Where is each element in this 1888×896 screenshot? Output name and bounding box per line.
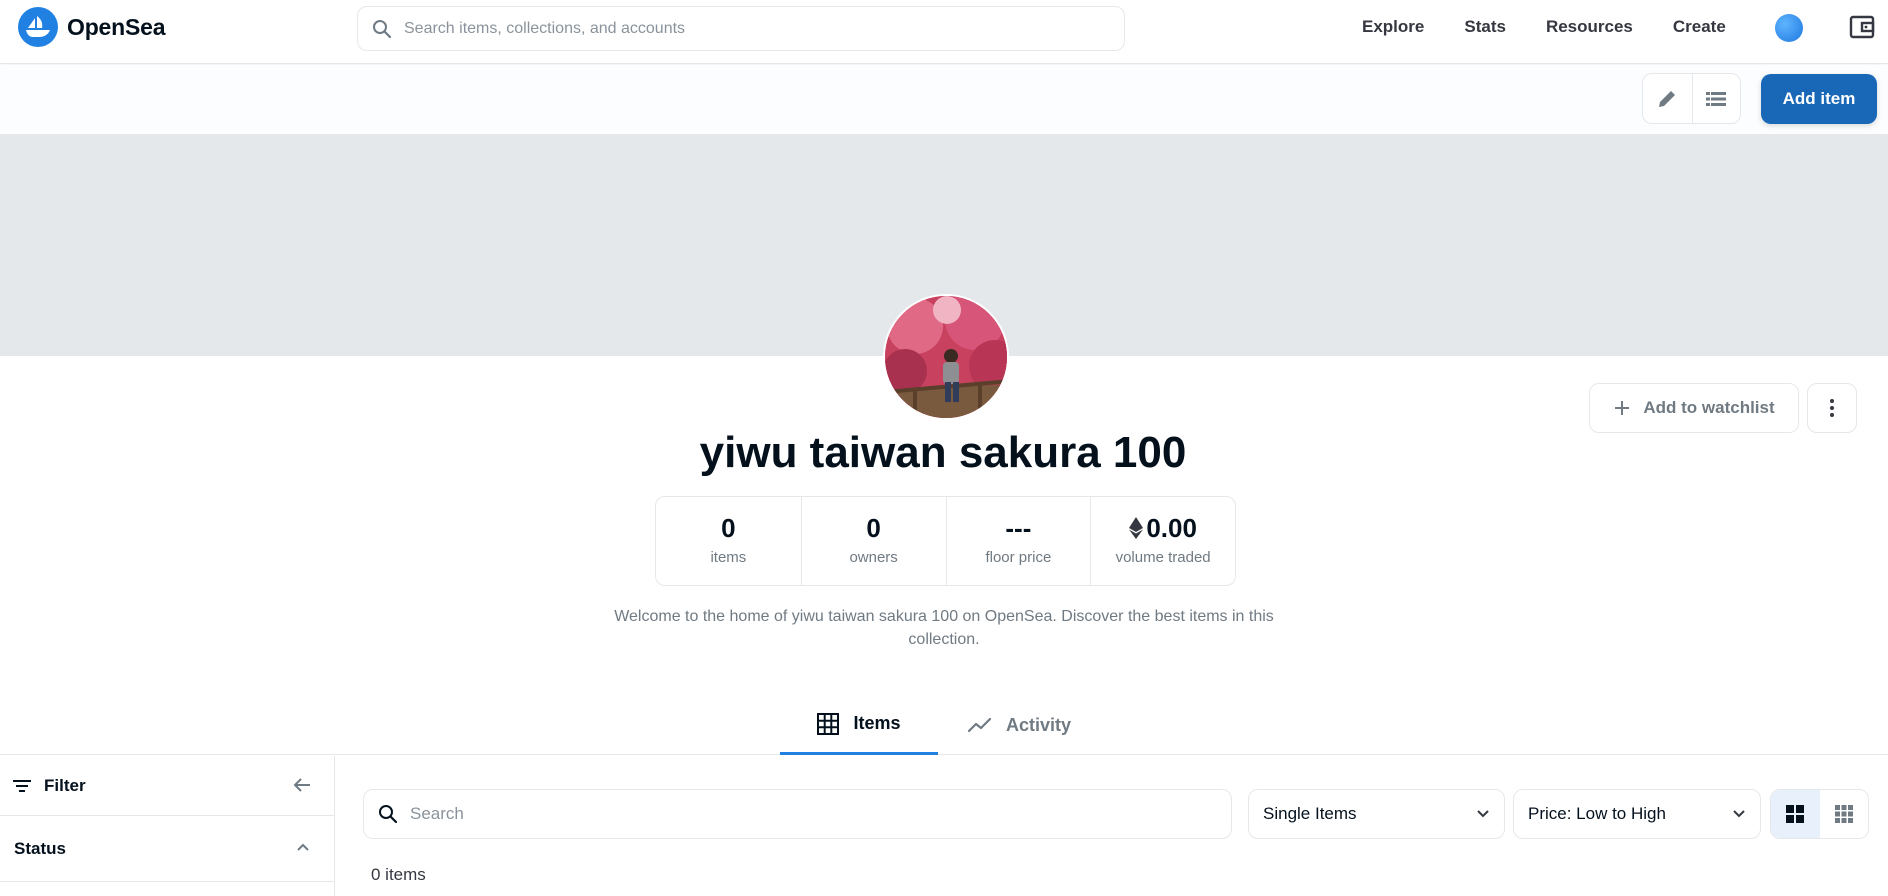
filter-label: Filter xyxy=(44,775,86,795)
opensea-logo[interactable]: OpenSea xyxy=(18,7,166,47)
stat-value: --- xyxy=(1005,512,1032,543)
stat-label: volume traded xyxy=(1115,549,1211,566)
more-vertical-icon xyxy=(1830,399,1834,417)
edit-collection-button[interactable] xyxy=(1643,74,1692,123)
ship-logo-icon xyxy=(18,7,58,47)
stat-value: 0 xyxy=(721,512,736,543)
list-icon xyxy=(1706,91,1727,106)
top-navbar: OpenSea Explore Stats Resources Create xyxy=(0,0,1888,64)
item-count: 0 items xyxy=(371,865,426,884)
global-search-bar[interactable] xyxy=(357,6,1125,51)
stat-value: 0.00 xyxy=(1129,513,1197,543)
collection-title: yiwu taiwan sakura 100 xyxy=(699,428,1187,477)
collection-tabs: Items Activity xyxy=(0,695,1888,755)
nav-create[interactable]: Create xyxy=(1673,17,1726,37)
main-nav: Explore Stats Resources Create xyxy=(1362,17,1766,37)
chevron-up-icon xyxy=(297,843,309,851)
collection-owner-toolbar: Add item xyxy=(0,65,1888,134)
search-icon xyxy=(373,19,392,38)
plus-icon xyxy=(1615,401,1630,415)
large-grid-icon xyxy=(1786,805,1805,823)
trend-icon xyxy=(968,717,992,733)
nav-explore[interactable]: Explore xyxy=(1362,17,1424,37)
large-grid-button[interactable] xyxy=(1771,790,1820,838)
items-search-bar[interactable] xyxy=(363,789,1232,839)
item-type-value: Single Items xyxy=(1263,804,1357,823)
stat-owners[interactable]: 0 owners xyxy=(800,497,946,585)
volume-value: 0.00 xyxy=(1146,512,1197,543)
sort-select[interactable]: Price: Low to High xyxy=(1513,789,1761,839)
filter-sidebar: Filter Status xyxy=(0,756,335,896)
stat-label: items xyxy=(710,549,747,566)
list-view-button[interactable] xyxy=(1691,74,1741,123)
grid-size-toggle xyxy=(1770,789,1869,839)
tab-items-label: Items xyxy=(853,713,901,733)
small-grid-icon xyxy=(1834,805,1853,823)
tab-items[interactable]: Items xyxy=(780,695,938,755)
brand-name: OpenSea xyxy=(67,13,166,40)
stat-value: 0 xyxy=(866,512,881,543)
collection-stats: 0 items 0 owners --- floor price 0.00 vo… xyxy=(655,496,1236,586)
tab-activity[interactable]: Activity xyxy=(968,695,1088,755)
add-to-watchlist-button[interactable]: Add to watchlist xyxy=(1589,383,1799,433)
stat-floor-price: --- floor price xyxy=(945,497,1091,585)
more-options-button[interactable] xyxy=(1807,383,1857,433)
nav-resources[interactable]: Resources xyxy=(1546,17,1633,37)
chevron-down-icon xyxy=(1733,810,1745,818)
small-grid-button[interactable] xyxy=(1820,790,1869,838)
watchlist-label: Add to watchlist xyxy=(1643,398,1775,417)
global-search-input[interactable] xyxy=(404,19,1084,38)
chevron-down-icon xyxy=(1477,810,1489,818)
collection-description: Welcome to the home of yiwu taiwan sakur… xyxy=(614,608,1274,648)
account-avatar[interactable] xyxy=(1775,14,1803,42)
owner-tools xyxy=(1642,73,1741,124)
collection-avatar xyxy=(883,294,1009,420)
wallet-icon[interactable] xyxy=(1849,14,1875,40)
arrow-left-icon[interactable] xyxy=(292,775,312,795)
stat-items[interactable]: 0 items xyxy=(656,497,801,585)
grid-icon xyxy=(817,712,840,735)
sort-value: Price: Low to High xyxy=(1528,804,1666,823)
search-icon xyxy=(379,805,398,824)
filter-icon xyxy=(13,779,31,792)
status-filter-header[interactable]: Status xyxy=(0,816,334,882)
filter-header[interactable]: Filter xyxy=(0,756,334,816)
items-search-input[interactable] xyxy=(410,804,1190,824)
add-item-button[interactable]: Add item xyxy=(1761,74,1877,124)
stat-label: floor price xyxy=(985,549,1052,566)
item-type-select[interactable]: Single Items xyxy=(1248,789,1505,839)
status-label: Status xyxy=(14,838,66,858)
ethereum-icon xyxy=(1129,517,1144,539)
stat-volume-traded: 0.00 volume traded xyxy=(1090,497,1235,585)
stat-label: owners xyxy=(849,549,898,566)
nav-stats[interactable]: Stats xyxy=(1464,17,1506,37)
tab-activity-label: Activity xyxy=(1006,714,1072,735)
pencil-icon xyxy=(1659,90,1676,107)
